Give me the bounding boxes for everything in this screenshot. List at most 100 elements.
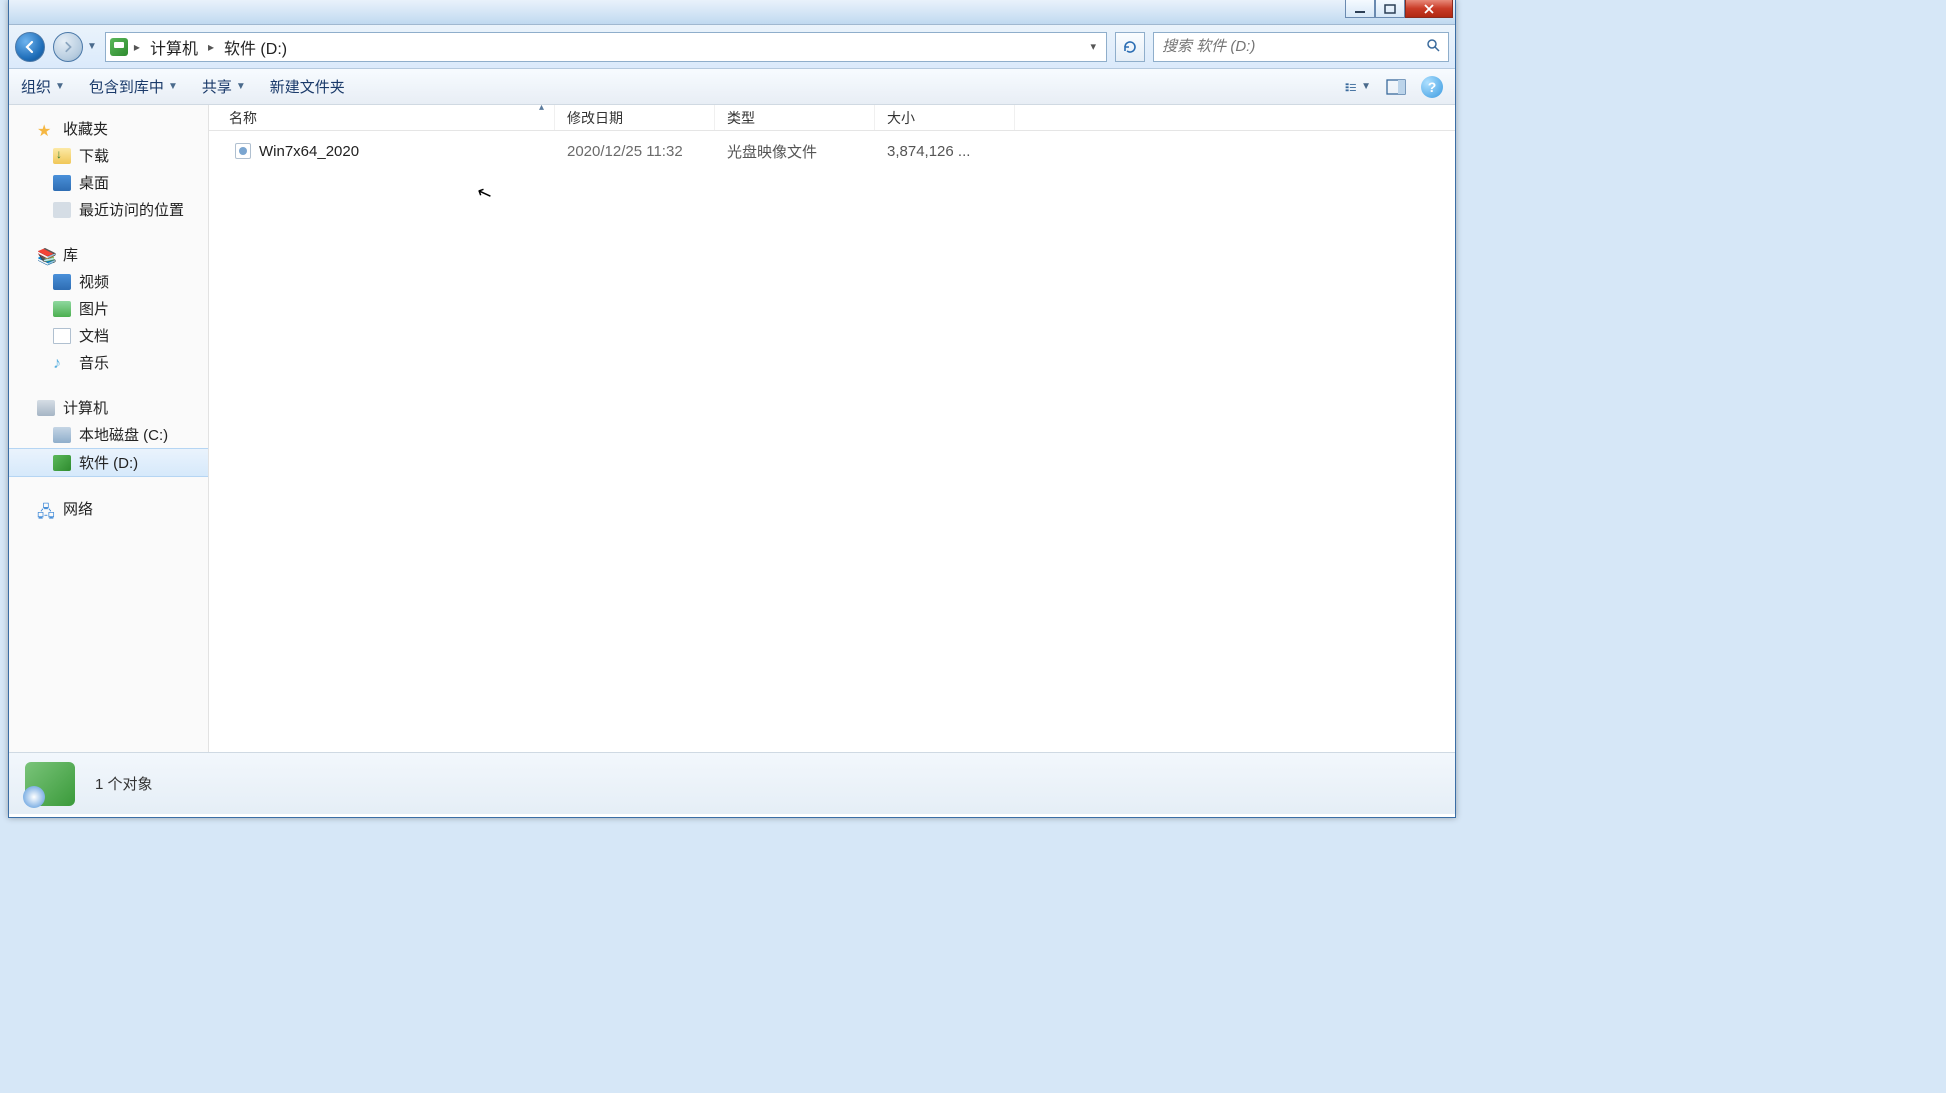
item-count: 1 个对象 — [95, 773, 153, 794]
chevron-down-icon: ▼ — [55, 81, 65, 92]
navigation-pane: ★ 收藏夹 下载 桌面 最近访问的位置 📚 — [9, 105, 209, 752]
back-button[interactable] — [15, 32, 45, 62]
favorites-label: 收藏夹 — [63, 118, 108, 139]
column-label: 名称 — [229, 108, 257, 128]
address-bar[interactable]: ▸ 计算机 ▸ 软件 (D:) ▾ — [105, 32, 1107, 62]
column-header-type[interactable]: 类型 — [715, 105, 875, 130]
file-row[interactable]: Win7x64_2020 2020/12/25 11:32 光盘映像文件 3,8… — [209, 137, 1455, 165]
hdd-icon — [53, 427, 71, 443]
sidebar-item-downloads[interactable]: 下载 — [9, 142, 208, 169]
drive-large-icon — [25, 762, 75, 806]
forward-button[interactable] — [53, 32, 83, 62]
drive-icon — [110, 38, 128, 56]
documents-icon — [53, 328, 71, 344]
network-icon: 🖧 — [37, 501, 55, 517]
column-label: 大小 — [887, 108, 915, 128]
library-icon: 📚 — [37, 247, 55, 263]
file-list-pane: 名称 ▴ 修改日期 类型 大小 Win7x64_2020 — [209, 105, 1455, 752]
new-folder-button[interactable]: 新建文件夹 — [270, 76, 345, 97]
column-header-size[interactable]: 大小 — [875, 105, 1015, 130]
help-button[interactable]: ? — [1421, 76, 1443, 98]
sidebar-item-pictures[interactable]: 图片 — [9, 295, 208, 322]
view-options-button[interactable]: ▼ — [1345, 74, 1371, 100]
column-header-date[interactable]: 修改日期 — [555, 105, 715, 130]
explorer-window: ▼ ▸ 计算机 ▸ 软件 (D:) ▾ 组织 ▼ 包含到库中 ▼ — [8, 0, 1456, 818]
minimize-button[interactable] — [1345, 0, 1375, 18]
video-icon — [53, 274, 71, 290]
breadcrumb-sep-icon: ▸ — [134, 40, 140, 54]
refresh-button[interactable] — [1115, 32, 1145, 62]
network-header[interactable]: 🖧 网络 — [9, 495, 208, 522]
libraries-group: 📚 库 视频 图片 文档 ♪ 音乐 — [9, 241, 208, 376]
network-label: 网络 — [63, 498, 93, 519]
window-controls — [1345, 0, 1453, 18]
computer-label: 计算机 — [63, 397, 108, 418]
chevron-down-icon: ▼ — [168, 81, 178, 92]
chevron-down-icon: ▼ — [1361, 81, 1371, 92]
file-name-cell: Win7x64_2020 — [209, 143, 555, 160]
breadcrumb-seg-drive[interactable]: 软件 (D:) — [220, 35, 291, 59]
organize-label: 组织 — [21, 76, 51, 97]
sidebar-item-label: 本地磁盘 (C:) — [79, 424, 168, 445]
column-headers: 名称 ▴ 修改日期 类型 大小 — [209, 105, 1455, 131]
toolbar-right: ▼ ? — [1345, 74, 1443, 100]
sidebar-item-label: 软件 (D:) — [79, 452, 138, 473]
favorites-group: ★ 收藏夹 下载 桌面 最近访问的位置 — [9, 115, 208, 223]
sidebar-item-label: 桌面 — [79, 172, 109, 193]
sidebar-item-label: 图片 — [79, 298, 109, 319]
sidebar-item-drive-d[interactable]: 软件 (D:) — [9, 448, 208, 477]
file-rows: Win7x64_2020 2020/12/25 11:32 光盘映像文件 3,8… — [209, 131, 1455, 752]
history-dropdown[interactable]: ▼ — [87, 41, 97, 52]
content-area: ★ 收藏夹 下载 桌面 最近访问的位置 📚 — [9, 105, 1455, 752]
sidebar-item-label: 文档 — [79, 325, 109, 346]
command-bar: 组织 ▼ 包含到库中 ▼ 共享 ▼ 新建文件夹 ▼ ? — [9, 69, 1455, 105]
sidebar-item-drive-c[interactable]: 本地磁盘 (C:) — [9, 421, 208, 448]
search-icon — [1426, 38, 1440, 56]
share-menu[interactable]: 共享 ▼ — [202, 76, 246, 97]
music-icon: ♪ — [53, 355, 71, 371]
column-label: 修改日期 — [567, 108, 623, 128]
maximize-button[interactable] — [1375, 0, 1405, 18]
iso-file-icon — [235, 143, 251, 159]
sidebar-item-label: 视频 — [79, 271, 109, 292]
downloads-icon — [53, 148, 71, 164]
close-button[interactable] — [1405, 0, 1453, 18]
title-bar — [9, 0, 1455, 25]
preview-pane-button[interactable] — [1383, 74, 1409, 100]
computer-icon — [37, 400, 55, 416]
star-icon: ★ — [37, 121, 55, 137]
newfolder-label: 新建文件夹 — [270, 76, 345, 97]
chevron-down-icon: ▼ — [236, 81, 246, 92]
sidebar-item-label: 下载 — [79, 145, 109, 166]
nav-row: ▼ ▸ 计算机 ▸ 软件 (D:) ▾ — [9, 25, 1455, 69]
sidebar-item-desktop[interactable]: 桌面 — [9, 169, 208, 196]
mouse-cursor-icon: ↖ — [474, 181, 495, 206]
sidebar-item-label: 最近访问的位置 — [79, 199, 184, 220]
search-box[interactable] — [1153, 32, 1449, 62]
breadcrumb-seg-computer[interactable]: 计算机 — [146, 35, 202, 59]
file-type-cell: 光盘映像文件 — [715, 141, 875, 162]
address-dropdown-icon[interactable]: ▾ — [1084, 40, 1102, 53]
column-header-name[interactable]: 名称 ▴ — [209, 105, 555, 130]
libraries-header[interactable]: 📚 库 — [9, 241, 208, 268]
sidebar-item-label: 音乐 — [79, 352, 109, 373]
libraries-label: 库 — [63, 244, 78, 265]
details-pane: 1 个对象 — [9, 752, 1455, 814]
computer-header[interactable]: 计算机 — [9, 394, 208, 421]
file-size-cell: 3,874,126 ... — [875, 143, 1015, 160]
breadcrumb-sep-icon: ▸ — [208, 40, 214, 54]
search-input[interactable] — [1162, 38, 1426, 55]
sidebar-item-recent[interactable]: 最近访问的位置 — [9, 196, 208, 223]
pictures-icon — [53, 301, 71, 317]
recent-icon — [53, 202, 71, 218]
column-label: 类型 — [727, 108, 755, 128]
sidebar-item-videos[interactable]: 视频 — [9, 268, 208, 295]
desktop-icon — [53, 175, 71, 191]
favorites-header[interactable]: ★ 收藏夹 — [9, 115, 208, 142]
include-label: 包含到库中 — [89, 76, 164, 97]
sidebar-item-music[interactable]: ♪ 音乐 — [9, 349, 208, 376]
sidebar-item-documents[interactable]: 文档 — [9, 322, 208, 349]
include-in-library-menu[interactable]: 包含到库中 ▼ — [89, 76, 178, 97]
sort-ascending-icon: ▴ — [539, 102, 544, 113]
organize-menu[interactable]: 组织 ▼ — [21, 76, 65, 97]
